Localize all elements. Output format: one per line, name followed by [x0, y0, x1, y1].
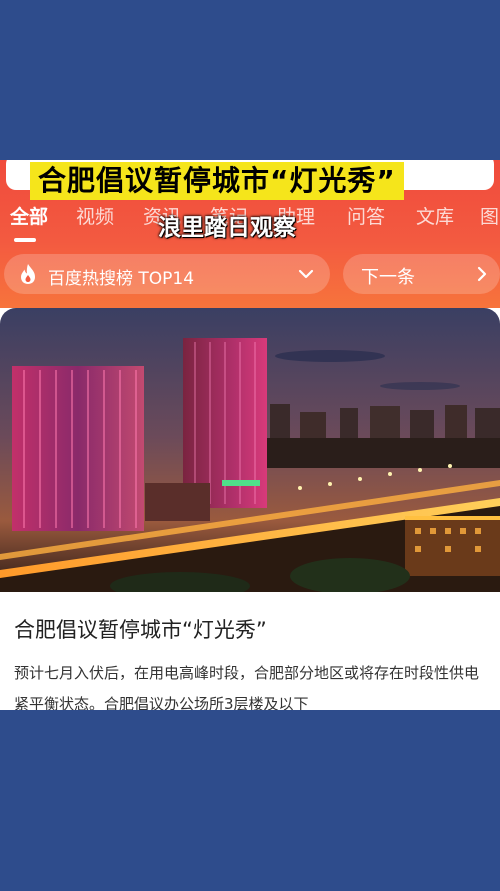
overlay-title-banner: 合肥倡议暂停城市“灯光秀” [30, 162, 404, 200]
news-card[interactable]: 合肥倡议暂停城市“灯光秀” 预计七月入伏后，在用电高峰时段，合肥部分地区或将存在… [0, 308, 500, 710]
city-night-photo [0, 308, 500, 592]
hot-search-dropdown[interactable]: 百度热搜榜 TOP14 [4, 254, 330, 294]
tab-library[interactable]: 文库 [416, 202, 454, 229]
tab-qa[interactable]: 问答 [347, 202, 385, 229]
article-title[interactable]: 合肥倡议暂停城市“灯光秀” [14, 614, 267, 644]
overlay-subtitle: 浪里踏日观察 [158, 215, 296, 241]
tab-images[interactable]: 图 [480, 202, 499, 229]
tab-all[interactable]: 全部 [10, 202, 48, 229]
hot-search-label: 百度热搜榜 TOP14 [48, 269, 195, 289]
active-tab-indicator [14, 238, 36, 242]
app-screen: 全部 视频 资讯 笔记 助理 问答 文库 图 合肥倡议暂停城市“灯光秀” 浪里踏… [0, 160, 500, 710]
next-item-label: 下一条 [361, 267, 415, 288]
search-header: 全部 视频 资讯 笔记 助理 问答 文库 图 合肥倡议暂停城市“灯光秀” 浪里踏… [0, 160, 500, 308]
fire-icon [21, 264, 35, 284]
chevron-down-icon [298, 269, 314, 279]
tab-video[interactable]: 视频 [76, 202, 114, 229]
chevron-right-icon [477, 266, 487, 282]
article-snippet: 预计七月入伏后，在用电高峰时段，合肥部分地区或将存在时段性供电紧平衡状态。合肥倡… [14, 664, 480, 710]
next-item-button[interactable]: 下一条 [343, 254, 500, 294]
